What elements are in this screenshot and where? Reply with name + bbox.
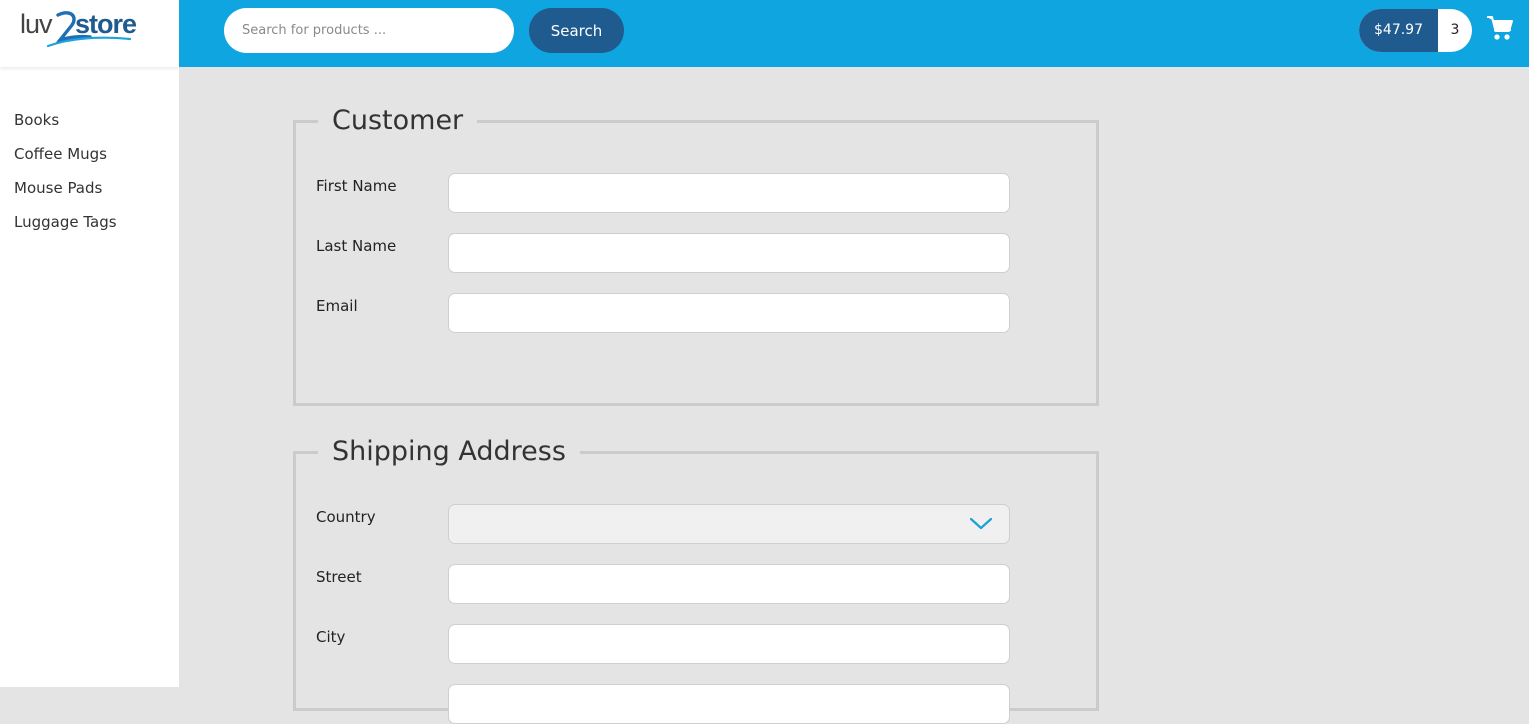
nav-item-luggage-tags[interactable]: Luggage Tags [14,212,117,246]
sidebar: luv store Books Coffee Mugs Mouse Pads L… [0,0,179,687]
search-input[interactable] [224,8,514,53]
cart-item-count: 3 [1450,22,1460,38]
last-name-label: Last Name [316,237,397,255]
street-label: Street [316,568,362,586]
chevron-down-icon [969,517,993,530]
header-bar: Search $47.97 3 [179,0,1529,67]
first-name-label: First Name [316,177,397,195]
shopping-cart-icon[interactable] [1486,14,1514,42]
street-field[interactable] [448,564,1010,604]
search-button[interactable]: Search [529,8,624,53]
logo-container: luv store [0,0,179,67]
email-label: Email [316,297,358,315]
nav-item-coffee-mugs[interactable]: Coffee Mugs [14,144,117,178]
customer-legend: Customer [318,101,478,141]
shipping-address-fieldset: Shipping Address Country Street City [293,432,1099,724]
store-logo[interactable]: luv store [20,6,140,50]
nav-item-mouse-pads[interactable]: Mouse Pads [14,178,117,212]
nav-item-books[interactable]: Books [14,110,117,144]
customer-fieldset: Customer First Name Last Name Email [293,101,1099,406]
svg-text:luv: luv [20,9,53,39]
shipping-address-legend: Shipping Address [318,432,580,472]
country-label: Country [316,508,376,526]
city-field[interactable] [448,624,1010,664]
cart-total-price: $47.97 [1359,9,1438,52]
category-nav: Books Coffee Mugs Mouse Pads Luggage Tag… [14,110,117,246]
cart-status[interactable]: $47.97 3 [1359,9,1472,52]
email-field[interactable] [448,293,1010,333]
last-name-field[interactable] [448,233,1010,273]
first-name-field[interactable] [448,173,1010,213]
next-field-partial[interactable] [448,684,1010,724]
svg-text:store: store [75,9,137,39]
country-select[interactable] [448,504,1010,544]
city-label: City [316,628,346,646]
